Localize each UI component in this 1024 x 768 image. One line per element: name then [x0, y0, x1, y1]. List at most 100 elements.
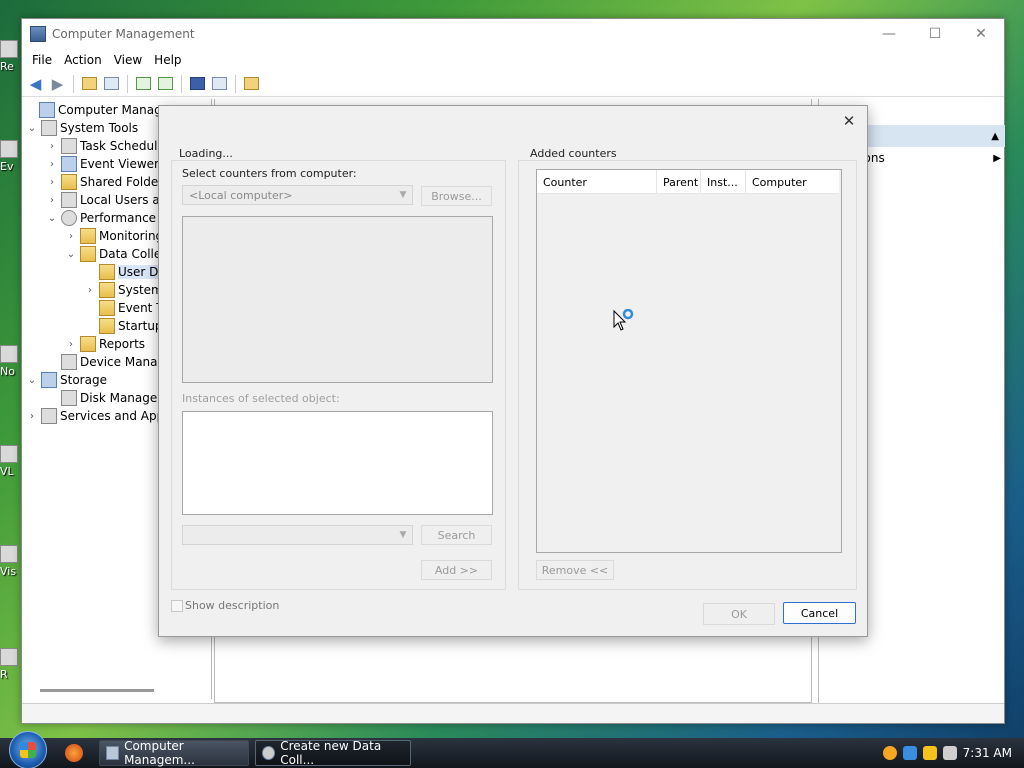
maximize-button[interactable]: ☐	[912, 19, 958, 49]
system-folder-icon	[99, 282, 115, 298]
menu-file[interactable]: File	[26, 53, 58, 67]
close-button[interactable]: ✕	[958, 19, 1004, 49]
tree-item-storage[interactable]: ⌄ Storage	[26, 371, 107, 389]
help-icon[interactable]	[188, 74, 207, 93]
monitor-icon	[80, 228, 96, 244]
folder-icon	[99, 300, 115, 316]
tree-item-reports[interactable]: › Reports	[65, 335, 145, 353]
added-counters-list[interactable]	[536, 169, 842, 553]
added-counters-header: Counter Parent Inst... Computer	[537, 170, 839, 194]
show-description-checkbox[interactable]	[171, 600, 183, 612]
tree-item-event-trace[interactable]: Event T	[84, 299, 164, 317]
remove-button[interactable]: Remove <<	[536, 560, 614, 580]
show-description-label: Show description	[185, 599, 280, 612]
tree-item-shared-folders[interactable]: › Shared Folders	[46, 173, 169, 191]
counter-list[interactable]	[182, 216, 493, 383]
tree-item-local-users[interactable]: › Local Users an	[46, 191, 167, 209]
tree-item-task-scheduler[interactable]: › Task Schedule	[46, 137, 165, 155]
reports-icon	[80, 336, 96, 352]
column-counter[interactable]: Counter	[537, 170, 657, 194]
warning-icon[interactable]	[922, 746, 937, 760]
storage-icon	[41, 372, 57, 388]
show-hide-tree-icon[interactable]	[102, 74, 121, 93]
event-viewer-icon	[61, 156, 77, 172]
chevron-down-icon: ▼	[399, 530, 407, 540]
browse-button[interactable]: Browse...	[421, 186, 492, 206]
tree-item-system-tools[interactable]: ⌄ System Tools	[26, 119, 138, 137]
busy-cursor-icon	[613, 309, 634, 331]
minimize-button[interactable]: —	[866, 19, 912, 49]
clock[interactable]: 7:31 AM	[963, 746, 1012, 760]
desktop-icon-vis[interactable]: Vis	[0, 545, 22, 578]
desktop-icon-ev[interactable]: Ev	[0, 140, 22, 173]
toolbar: ◀ ▶	[22, 71, 1004, 97]
user-folder-icon	[99, 264, 115, 280]
column-parent[interactable]: Parent	[657, 170, 701, 194]
tree-item-services-applications[interactable]: › Services and Appl	[26, 407, 168, 425]
title-bar[interactable]: Computer Management — ☐ ✕	[22, 19, 1004, 49]
users-icon	[61, 192, 77, 208]
loading-label: Loading...	[177, 147, 235, 160]
search-icon[interactable]	[882, 746, 897, 760]
taskbar-item-create-data-collector[interactable]: Create new Data Coll...	[255, 739, 411, 767]
menu-help[interactable]: Help	[148, 53, 187, 67]
instances-list[interactable]	[182, 411, 493, 515]
tools-icon	[41, 120, 57, 136]
menu-view[interactable]: View	[108, 53, 148, 67]
security-icon[interactable]	[902, 746, 917, 760]
computer-combo[interactable]: <Local computer> ▼	[182, 185, 413, 205]
tree-item-monitoring[interactable]: › Monitoring	[65, 227, 163, 245]
search-combo[interactable]: ▼	[182, 525, 413, 545]
menu-bar: File Action View Help	[22, 49, 1004, 71]
forward-arrow-icon[interactable]: ▶	[48, 74, 67, 93]
data-collector-icon	[80, 246, 96, 262]
instances-label: Instances of selected object:	[182, 392, 340, 405]
show-hide-action-pane-icon[interactable]	[210, 74, 229, 93]
ok-button[interactable]: OK	[703, 603, 775, 625]
desktop-icon-recycle[interactable]: Re	[0, 40, 22, 73]
back-arrow-icon[interactable]: ◀	[26, 74, 45, 93]
clock-icon	[61, 138, 77, 154]
folder-icon	[99, 318, 115, 334]
refresh-icon[interactable]	[134, 74, 153, 93]
cancel-button[interactable]: Cancel	[783, 602, 856, 624]
tree-item-user-defined[interactable]: User D	[84, 263, 159, 281]
properties-icon[interactable]	[242, 74, 261, 93]
computer-icon	[39, 102, 55, 118]
window-title: Computer Management	[52, 27, 195, 41]
menu-action[interactable]: Action	[58, 53, 108, 67]
taskbar: Computer Managem... Create new Data Coll…	[0, 731, 1024, 768]
performance-icon	[262, 746, 276, 760]
device-manager-icon	[61, 354, 77, 370]
services-icon	[41, 408, 57, 424]
tree-item-disk-management[interactable]: Disk Managem	[46, 389, 169, 407]
column-instance[interactable]: Inst...	[701, 170, 746, 194]
tree-item-performance[interactable]: ⌄ Performance	[46, 209, 156, 227]
shared-folder-icon	[61, 174, 77, 190]
tree-item-system[interactable]: › System	[84, 281, 163, 299]
tree-item-device-manager[interactable]: Device Manag	[46, 353, 165, 371]
up-folder-icon[interactable]	[80, 74, 99, 93]
chevron-down-icon: ▼	[399, 190, 407, 200]
disk-icon	[61, 390, 77, 406]
windows-logo-icon	[20, 742, 36, 758]
add-counters-dialog: ✕ Loading... Select counters from comput…	[158, 105, 868, 637]
tree-item-data-collector-sets[interactable]: ⌄ Data Colle	[65, 245, 161, 263]
desktop-icon-no[interactable]: No	[0, 345, 22, 378]
desktop-icon-r[interactable]: R	[0, 648, 22, 681]
tree-horizontal-scrollbar[interactable]	[40, 689, 154, 692]
volume-muted-icon[interactable]	[942, 746, 957, 760]
add-button[interactable]: Add >>	[421, 560, 492, 580]
start-button[interactable]	[9, 731, 47, 768]
dialog-close-button[interactable]: ✕	[837, 110, 861, 132]
desktop-icon-vl[interactable]: VL	[0, 445, 22, 478]
chevron-right-icon: ▶	[993, 152, 1001, 164]
firefox-icon[interactable]	[65, 744, 83, 762]
tree-item-event-viewer[interactable]: › Event Viewer	[46, 155, 159, 173]
taskbar-item-computer-management[interactable]: Computer Managem...	[99, 739, 249, 767]
column-computer[interactable]: Computer	[746, 170, 839, 194]
export-list-icon[interactable]	[156, 74, 175, 93]
search-button[interactable]: Search	[421, 525, 492, 545]
tree-item-startup[interactable]: Startup	[84, 317, 163, 335]
collapse-up-icon[interactable]: ▲	[991, 131, 999, 142]
